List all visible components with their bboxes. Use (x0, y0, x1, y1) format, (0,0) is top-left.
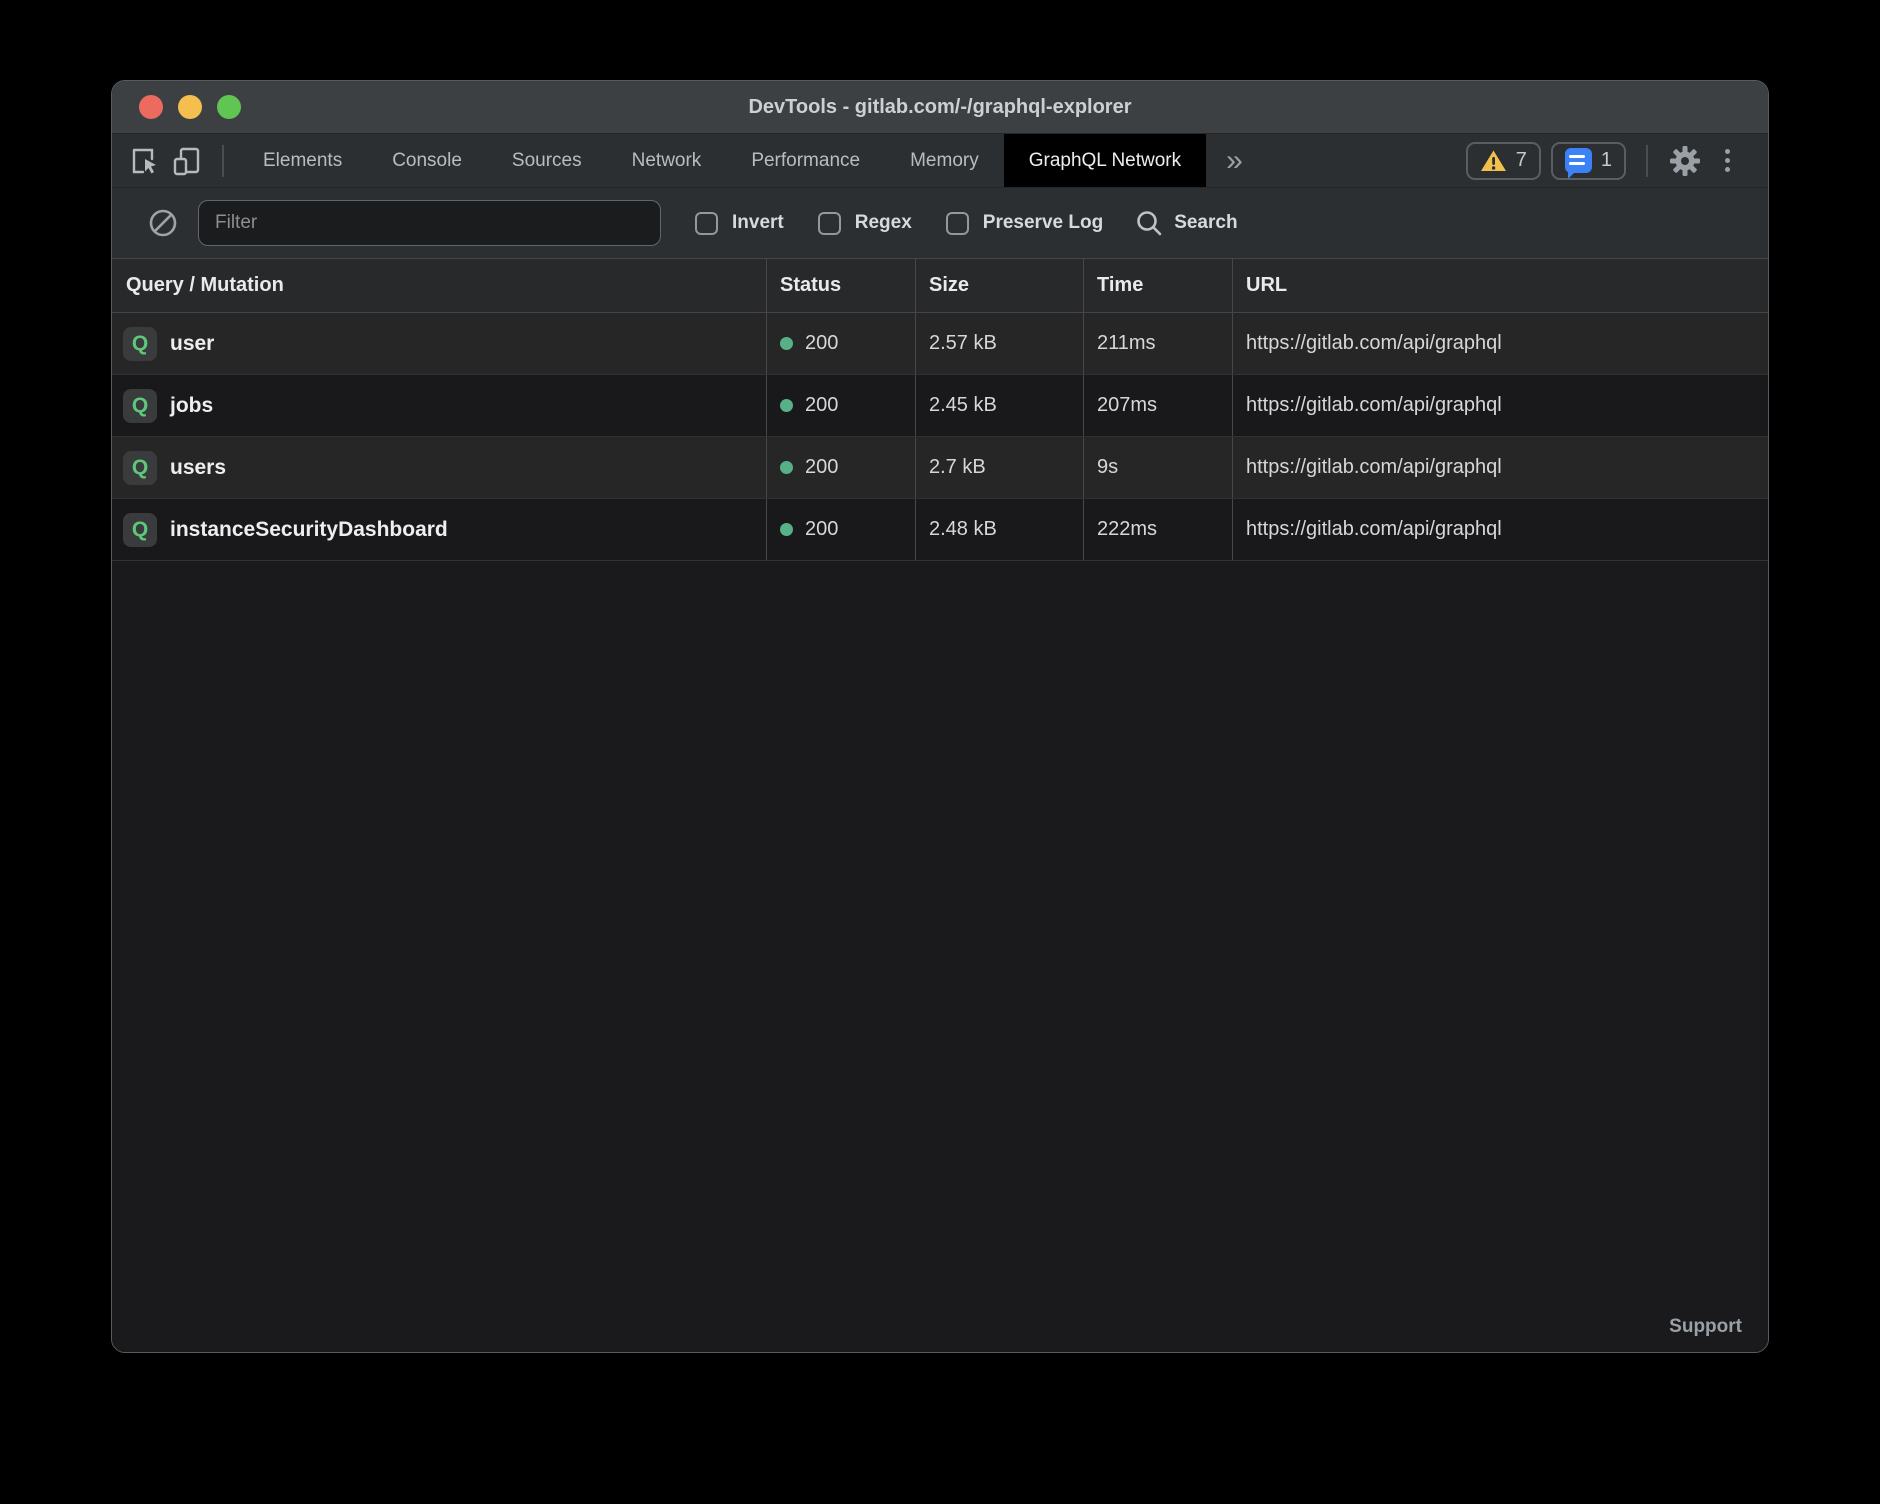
preserve-log-checkbox-group: Preserve Log (946, 212, 1103, 235)
time-cell: 207ms (1084, 375, 1233, 436)
status-code: 200 (805, 456, 838, 479)
query-cell: Q users (112, 437, 767, 498)
tab-memory[interactable]: Memory (885, 134, 1004, 187)
tab-sources[interactable]: Sources (487, 134, 607, 187)
time-cell: 9s (1084, 437, 1233, 498)
size-cell: 2.7 kB (916, 437, 1084, 498)
table-row[interactable]: Q instanceSecurityDashboard 200 2.48 kB … (112, 499, 1768, 561)
status-cell: 200 (767, 437, 916, 498)
query-name: user (170, 332, 214, 356)
kebab-dot (1725, 167, 1730, 172)
status-cell: 200 (767, 313, 916, 374)
query-cell: Q user (112, 313, 767, 374)
preserve-log-label: Preserve Log (983, 212, 1103, 234)
time-cell: 211ms (1084, 313, 1233, 374)
status-cell: 200 (767, 499, 916, 560)
device-toolbar-button[interactable] (166, 140, 208, 182)
query-cell: Q jobs (112, 375, 767, 436)
filter-toolbar: Invert Regex Preserve Log Search (112, 188, 1768, 258)
table-row[interactable]: Q users 200 2.7 kB 9s https://gitlab.com… (112, 437, 1768, 499)
status-ok-dot-icon (780, 461, 793, 474)
regex-checkbox-group: Regex (818, 212, 912, 235)
status-code: 200 (805, 518, 838, 541)
device-toolbar-icon (172, 146, 202, 176)
warnings-count: 7 (1516, 149, 1527, 172)
search-label: Search (1174, 212, 1237, 234)
inspect-cursor-icon (130, 146, 160, 176)
query-name: instanceSecurityDashboard (170, 518, 448, 542)
settings-button[interactable] (1664, 140, 1706, 182)
tab-performance[interactable]: Performance (726, 134, 885, 187)
kebab-dot (1725, 158, 1730, 163)
content-filler: Support (112, 561, 1768, 1352)
invert-label: Invert (732, 212, 784, 234)
status-ok-dot-icon (780, 399, 793, 412)
regex-label: Regex (855, 212, 912, 234)
gear-icon (1669, 145, 1701, 177)
table-row[interactable]: Q user 200 2.57 kB 211ms https://gitlab.… (112, 313, 1768, 375)
tab-network[interactable]: Network (607, 134, 727, 187)
status-code: 200 (805, 332, 838, 355)
query-type-badge: Q (123, 451, 157, 485)
table-row[interactable]: Q jobs 200 2.45 kB 207ms https://gitlab.… (112, 375, 1768, 437)
kebab-dot (1725, 149, 1730, 154)
query-name: jobs (170, 394, 213, 418)
query-name: users (170, 456, 226, 480)
tabbar-spacer (1263, 134, 1466, 187)
status-ok-dot-icon (780, 523, 793, 536)
status-cell: 200 (767, 375, 916, 436)
column-header-query[interactable]: Query / Mutation (112, 259, 767, 312)
url-cell: https://gitlab.com/api/graphql (1233, 499, 1768, 560)
issues-badge[interactable]: 1 (1551, 142, 1626, 180)
warning-triangle-icon (1480, 149, 1507, 173)
query-type-badge: Q (123, 513, 157, 547)
status-ok-dot-icon (780, 337, 793, 350)
message-bubble-icon (1565, 148, 1592, 173)
query-type-badge: Q (123, 327, 157, 361)
invert-checkbox[interactable] (695, 212, 718, 235)
query-type-badge: Q (123, 389, 157, 423)
size-cell: 2.45 kB (916, 375, 1084, 436)
tab-elements[interactable]: Elements (238, 134, 367, 187)
clear-requests-button[interactable] (142, 202, 184, 244)
warnings-badge[interactable]: 7 (1466, 142, 1541, 180)
toolbar-divider (222, 145, 224, 177)
search-button[interactable]: Search (1135, 209, 1237, 237)
column-header-status[interactable]: Status (767, 259, 916, 312)
issues-count: 1 (1601, 149, 1612, 172)
block-icon (147, 207, 179, 239)
query-cell: Q instanceSecurityDashboard (112, 499, 767, 560)
devtools-window: DevTools - gitlab.com/-/graphql-explorer… (111, 80, 1769, 1353)
url-cell: https://gitlab.com/api/graphql (1233, 313, 1768, 374)
tab-graphql-network[interactable]: GraphQL Network (1004, 134, 1206, 187)
support-link[interactable]: Support (1669, 1316, 1742, 1338)
devtools-tabbar: Elements Console Sources Network Perform… (112, 134, 1768, 188)
more-options-button[interactable] (1706, 140, 1748, 182)
column-header-size[interactable]: Size (916, 259, 1084, 312)
column-header-url[interactable]: URL (1233, 259, 1768, 312)
status-code: 200 (805, 394, 838, 417)
url-cell: https://gitlab.com/api/graphql (1233, 437, 1768, 498)
filter-input[interactable] (198, 200, 661, 246)
preserve-log-checkbox[interactable] (946, 212, 969, 235)
tabbar-right-margin (1748, 134, 1768, 187)
invert-checkbox-group: Invert (695, 212, 784, 235)
titlebar: DevTools - gitlab.com/-/graphql-explorer (112, 81, 1768, 134)
size-cell: 2.48 kB (916, 499, 1084, 560)
column-header-time[interactable]: Time (1084, 259, 1233, 312)
regex-checkbox[interactable] (818, 212, 841, 235)
inspect-element-button[interactable] (124, 140, 166, 182)
url-cell: https://gitlab.com/api/graphql (1233, 375, 1768, 436)
more-tabs-button[interactable]: » (1206, 134, 1263, 187)
size-cell: 2.57 kB (916, 313, 1084, 374)
window-title: DevTools - gitlab.com/-/graphql-explorer (112, 96, 1768, 119)
badge-divider (1646, 145, 1648, 177)
table-header: Query / Mutation Status Size Time URL (112, 258, 1768, 313)
tab-console[interactable]: Console (367, 134, 487, 187)
search-icon (1135, 209, 1163, 237)
time-cell: 222ms (1084, 499, 1233, 560)
